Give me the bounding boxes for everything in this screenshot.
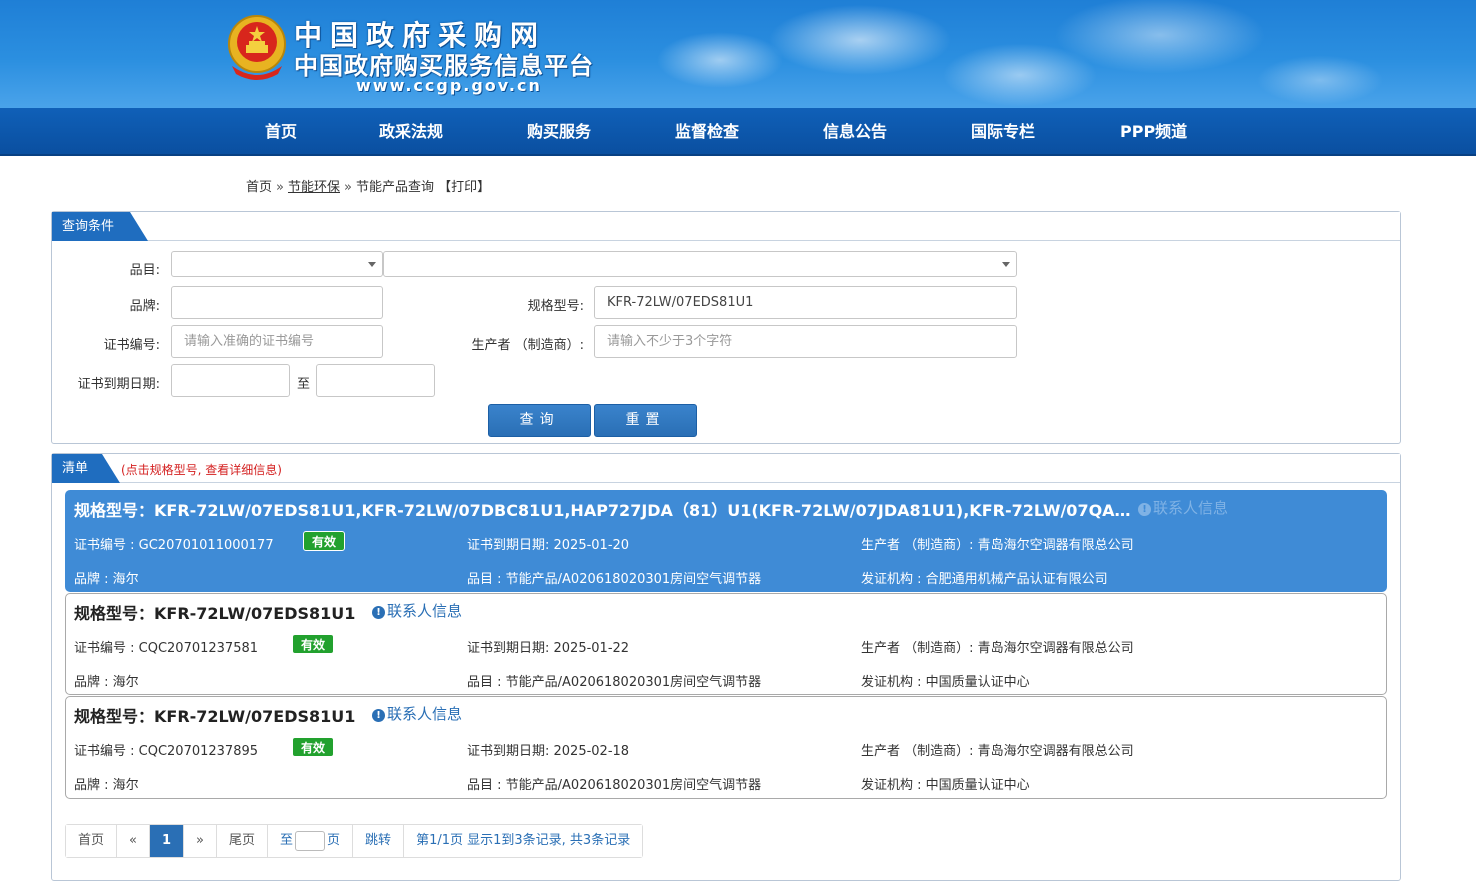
- list-panel-tab: 清单: [52, 454, 120, 483]
- nav-item-international[interactable]: 国际专栏: [971, 108, 1035, 156]
- page-info: 第1/1页 显示1到3条记录, 共3条记录: [404, 825, 643, 857]
- list-item[interactable]: 规格型号：KFR-72LW/07EDS81U1 ! 联系人信息 证书编号 : CQ…: [65, 593, 1387, 695]
- goto-page-label: 页: [327, 833, 341, 848]
- chevron-down-icon: [1002, 262, 1010, 267]
- manufacturer: 生产者 （制造商）: 青岛海尔空调器有限总公司: [861, 744, 1134, 759]
- nav-item-purchase-service[interactable]: 购买服务: [527, 108, 591, 156]
- status-badge: 有效: [292, 634, 335, 654]
- reset-button[interactable]: 重置: [594, 404, 697, 437]
- nav-item-supervision[interactable]: 监督检查: [675, 108, 739, 156]
- expiry-start-input[interactable]: [171, 364, 290, 397]
- category: 品目 : 节能产品/A020618020301房间空气调节器: [467, 572, 762, 587]
- maker-label: 生产者 （制造商）:: [471, 338, 584, 353]
- chevron-down-icon: [368, 262, 376, 267]
- breadcrumb-current: 节能产品查询: [355, 180, 434, 195]
- page-1-button[interactable]: 1: [149, 825, 185, 857]
- status-badge: 有效: [303, 531, 346, 551]
- breadcrumb: 首页» 节能环保» 节能产品查询 【打印】: [246, 176, 490, 195]
- cert-number: 证书编号 : GC20701011000177: [74, 538, 274, 553]
- print-link[interactable]: 【打印】: [438, 180, 490, 195]
- nav-item-regulations[interactable]: 政采法规: [379, 108, 443, 156]
- breadcrumb-separator: »: [276, 180, 284, 195]
- site-header: 中国政府采购网 中国政府购买服务信息平台 www.ccgp.gov.cn: [0, 0, 1476, 108]
- cert-number: 证书编号 : CQC20701237581: [74, 641, 259, 656]
- breadcrumb-home[interactable]: 首页: [246, 180, 272, 195]
- expiry-date: 证书到期日期: 2025-01-20: [467, 538, 630, 553]
- brand: 品牌 : 海尔: [74, 572, 139, 587]
- list-panel-header: 清单 (点击规格型号, 查看详细信息): [52, 454, 1400, 483]
- expiry-end-input[interactable]: [316, 364, 435, 397]
- model-link[interactable]: 规格型号：KFR-72LW/07EDS81U1: [74, 703, 355, 727]
- query-panel-header: 查询条件: [52, 212, 1400, 241]
- category-label: 品目:: [129, 263, 160, 278]
- expiry-label: 证书到期日期:: [77, 377, 160, 392]
- issuer: 发证机构 : 中国质量认证中心: [861, 675, 1030, 690]
- query-panel-tab: 查询条件: [52, 212, 148, 241]
- status-badge: 有效: [292, 737, 335, 757]
- contact-info-link[interactable]: ! 联系人信息: [372, 600, 462, 621]
- list-item[interactable]: 规格型号：KFR-72LW/07EDS81U1,KFR-72LW/07DBC81…: [65, 490, 1387, 592]
- category: 品目 : 节能产品/A020618020301房间空气调节器: [467, 675, 762, 690]
- issuer: 发证机构 : 合肥通用机械产品认证有限公司: [861, 572, 1108, 587]
- issuer: 发证机构 : 中国质量认证中心: [861, 778, 1030, 793]
- breadcrumb-separator: »: [344, 180, 352, 195]
- expiry-date: 证书到期日期: 2025-02-18: [467, 744, 630, 759]
- breadcrumb-section[interactable]: 节能环保: [288, 180, 340, 195]
- brand: 品牌 : 海尔: [74, 675, 139, 690]
- cert-label: 证书编号:: [103, 338, 160, 353]
- nav-item-ppp[interactable]: PPP频道: [1120, 108, 1187, 156]
- pagination: 首页 « 1 » 尾页 至页 跳转 第1/1页 显示1到3条记录, 共3条记录: [65, 824, 644, 858]
- goto-to-label: 至: [280, 833, 294, 848]
- model-link[interactable]: 规格型号：KFR-72LW/07EDS81U1: [74, 600, 355, 624]
- info-icon: !: [1138, 503, 1151, 516]
- category: 品目 : 节能产品/A020618020301房间空气调节器: [467, 778, 762, 793]
- model-input[interactable]: [594, 286, 1017, 319]
- brand: 品牌 : 海尔: [74, 778, 139, 793]
- info-icon: !: [372, 606, 385, 619]
- list-hint: (点击规格型号, 查看详细信息): [121, 463, 282, 477]
- site-url: www.ccgp.gov.cn: [356, 76, 542, 95]
- first-page-button[interactable]: 首页: [66, 825, 118, 857]
- contact-info-link[interactable]: ! 联系人信息: [372, 703, 462, 724]
- list-item[interactable]: 规格型号：KFR-72LW/07EDS81U1 ! 联系人信息 证书编号 : CQ…: [65, 696, 1387, 799]
- last-page-button[interactable]: 尾页: [217, 825, 269, 857]
- subcategory-select[interactable]: [383, 251, 1017, 277]
- manufacturer: 生产者 （制造商）: 青岛海尔空调器有限总公司: [861, 538, 1134, 553]
- expiry-to-label: 至: [296, 377, 310, 392]
- search-button[interactable]: 查询: [488, 404, 591, 437]
- header-clouds-decoration: [600, 0, 1476, 108]
- info-icon: !: [372, 709, 385, 722]
- expiry-date: 证书到期日期: 2025-01-22: [467, 641, 630, 656]
- brand-label: 品牌:: [129, 299, 160, 314]
- brand-input[interactable]: [171, 286, 383, 319]
- nav-item-announcements[interactable]: 信息公告: [823, 108, 887, 156]
- goto-page-input[interactable]: [295, 830, 326, 851]
- maker-input[interactable]: [594, 325, 1017, 358]
- category-select[interactable]: [171, 251, 383, 277]
- model-link[interactable]: 规格型号：KFR-72LW/07EDS81U1,KFR-72LW/07DBC81…: [74, 497, 1131, 521]
- cert-input[interactable]: [171, 325, 383, 358]
- next-page-button[interactable]: »: [184, 825, 217, 857]
- prev-page-button[interactable]: «: [117, 825, 150, 857]
- main-nav: 首页 政采法规 购买服务 监督检查 信息公告 国际专栏 PPP频道: [0, 108, 1476, 156]
- contact-info-link[interactable]: ! 联系人信息: [1138, 497, 1228, 518]
- manufacturer: 生产者 （制造商）: 青岛海尔空调器有限总公司: [861, 641, 1134, 656]
- nav-item-home[interactable]: 首页: [265, 108, 297, 156]
- jump-button[interactable]: 跳转: [353, 825, 405, 857]
- cert-number: 证书编号 : CQC20701237895: [74, 744, 259, 759]
- national-emblem-icon: [228, 15, 286, 80]
- model-label: 规格型号:: [527, 299, 584, 314]
- goto-page-group: 至页: [268, 825, 354, 857]
